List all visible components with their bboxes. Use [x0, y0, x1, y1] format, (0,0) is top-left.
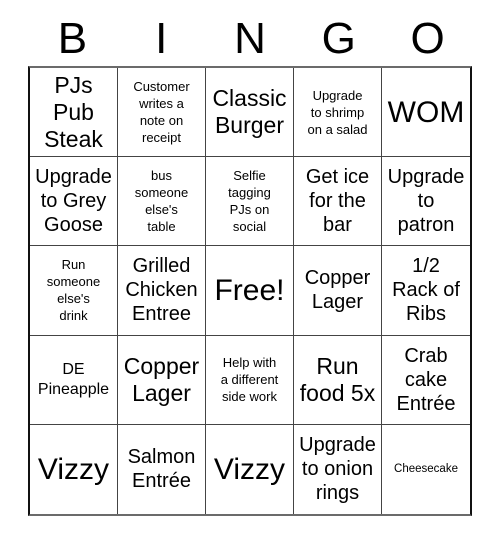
bingo-cell-text: Run food 5x [299, 352, 376, 406]
bingo-cell-i4[interactable]: Copper Lager [118, 335, 206, 425]
bingo-cell-o1[interactable]: WOM [382, 68, 470, 158]
bingo-cell-text: Crab cake Entrée [396, 344, 456, 415]
bingo-cell-text: Customer writes a note on receipt [133, 79, 190, 146]
bingo-cell-text: Get ice for the bar [305, 166, 370, 237]
bingo-cell-i5[interactable]: Salmon Entrée [118, 424, 206, 514]
bingo-cell-text: Upgrade to onion rings [299, 434, 376, 505]
bingo-cell-text: 1/2 Rack of Ribs [392, 255, 460, 326]
bingo-cell-n5[interactable]: Vizzy [206, 424, 294, 514]
bingo-header-letter-o: O [410, 14, 445, 63]
bingo-cell-g4[interactable]: Run food 5x [294, 335, 382, 425]
bingo-cell-o5[interactable]: Cheesecake [382, 424, 470, 514]
bingo-header-letter-g: G [321, 14, 356, 63]
bingo-cell-text: Run someone else's drink [46, 257, 101, 324]
bingo-header-letter-i: I [155, 14, 168, 63]
bingo-cell-text: bus someone else's table [134, 168, 189, 235]
bingo-card: B I N G O PJs Pub Steak Customer writes … [0, 0, 500, 544]
bingo-cell-text: Help with a different side work [220, 355, 279, 405]
bingo-cell-text: DE Pineapple [37, 360, 110, 398]
bingo-cell-text: Selfie tagging PJs on social [228, 168, 271, 235]
bingo-cell-g5[interactable]: Upgrade to onion rings [294, 424, 382, 514]
bingo-cell-text: WOM [387, 95, 465, 129]
bingo-cell-b3[interactable]: Run someone else's drink [30, 246, 118, 336]
bingo-cell-text: Cheesecake [394, 462, 458, 475]
bingo-grid: PJs Pub Steak Customer writes a note on … [28, 66, 472, 516]
bingo-cell-text: Copper Lager [304, 267, 371, 314]
bingo-cell-g1[interactable]: Upgrade to shrimp on a salad [294, 68, 382, 158]
bingo-cell-n4[interactable]: Help with a different side work [206, 335, 294, 425]
bingo-cell-b5[interactable]: Vizzy [30, 424, 118, 514]
bingo-cell-b1[interactable]: PJs Pub Steak [30, 68, 118, 158]
bingo-cell-o3[interactable]: 1/2 Rack of Ribs [382, 246, 470, 336]
bingo-cell-text: Upgrade to shrimp on a salad [307, 87, 368, 137]
bingo-header-letter-n: N [234, 14, 266, 63]
bingo-header-letter-b: B [57, 14, 88, 63]
bingo-cell-text: Upgrade to Grey Goose [35, 166, 112, 237]
bingo-header-row: B I N G O [28, 12, 472, 66]
bingo-cell-text: Upgrade to patron [387, 166, 465, 237]
bingo-cell-b4[interactable]: DE Pineapple [30, 335, 118, 425]
bingo-cell-o4[interactable]: Crab cake Entrée [382, 335, 470, 425]
bingo-free-space-text: Free! [214, 273, 285, 307]
bingo-cell-i2[interactable]: bus someone else's table [118, 157, 206, 247]
bingo-cell-text: PJs Pub Steak [44, 71, 103, 152]
bingo-cell-g2[interactable]: Get ice for the bar [294, 157, 382, 247]
bingo-cell-o2[interactable]: Upgrade to patron [382, 157, 470, 247]
bingo-cell-free-space[interactable]: Free! [206, 246, 294, 336]
bingo-cell-text: Vizzy [213, 452, 286, 486]
bingo-cell-i1[interactable]: Customer writes a note on receipt [118, 68, 206, 158]
bingo-cell-g3[interactable]: Copper Lager [294, 246, 382, 336]
bingo-cell-text: Salmon Entrée [127, 446, 196, 493]
bingo-cell-n1[interactable]: Classic Burger [206, 68, 294, 158]
bingo-cell-i3[interactable]: Grilled Chicken Entree [118, 246, 206, 336]
bingo-cell-text: Vizzy [37, 452, 110, 486]
bingo-cell-text: Grilled Chicken Entree [125, 255, 198, 326]
bingo-cell-text: Copper Lager [123, 352, 200, 406]
bingo-cell-n2[interactable]: Selfie tagging PJs on social [206, 157, 294, 247]
bingo-cell-text: Classic Burger [212, 85, 287, 139]
bingo-cell-b2[interactable]: Upgrade to Grey Goose [30, 157, 118, 247]
